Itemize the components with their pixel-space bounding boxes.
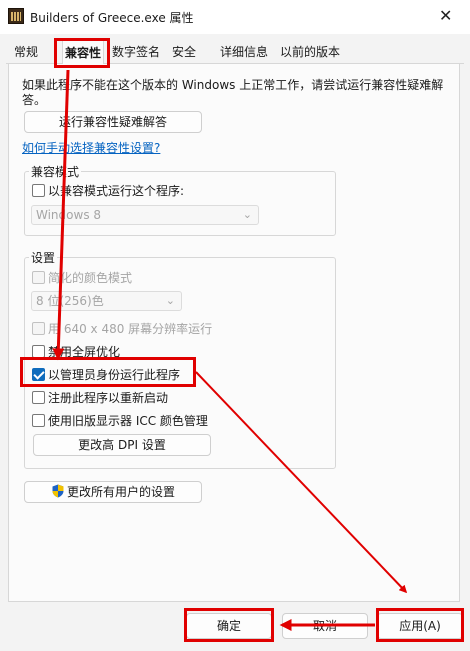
app-icon (8, 8, 24, 24)
close-icon[interactable]: ✕ (439, 6, 452, 25)
settings-label: 设置 (29, 249, 58, 266)
ok-button[interactable]: 确定 (186, 613, 272, 639)
fullscreen-optimization-checkbox[interactable]: 禁用全屏优化 (32, 343, 120, 360)
run-troubleshooter-button[interactable]: 运行兼容性疑难解答 (24, 111, 202, 133)
tab-previous-versions[interactable]: 以前的版本 (278, 40, 342, 64)
color-depth-select[interactable]: 8 位(256)色 ⌄ (31, 291, 182, 311)
resolution-checkbox-box[interactable] (32, 322, 45, 335)
manual-settings-link[interactable]: 如何手动选择兼容性设置? (22, 139, 160, 156)
os-version-select[interactable]: Windows 8 ⌄ (31, 205, 259, 225)
tab-general[interactable]: 常规 (12, 40, 40, 64)
change-dpi-button[interactable]: 更改高 DPI 设置 (33, 434, 211, 456)
compat-mode-group (24, 171, 336, 236)
change-all-users-button[interactable]: 更改所有用户的设置 (24, 481, 202, 503)
tab-details[interactable]: 详细信息 (218, 40, 270, 64)
reduced-color-label: 简化的颜色模式 (48, 271, 133, 285)
chevron-down-icon: ⌄ (165, 294, 175, 307)
resolution-label: 用 640 x 480 屏幕分辨率运行 (48, 322, 213, 336)
register-restart-checkbox[interactable]: 注册此程序以重新启动 (32, 389, 168, 406)
resolution-checkbox[interactable]: 用 640 x 480 屏幕分辨率运行 (32, 320, 212, 337)
change-all-users-label: 更改所有用户的设置 (66, 485, 175, 499)
compat-mode-label: 兼容模式 (29, 163, 82, 180)
uac-shield-icon (52, 484, 64, 498)
chevron-down-icon: ⌄ (242, 208, 252, 221)
register-restart-label: 注册此程序以重新启动 (48, 391, 169, 405)
fullscreen-checkbox-box[interactable] (32, 345, 45, 358)
compat-mode-checkbox[interactable]: 以兼容模式运行这个程序: (32, 182, 184, 199)
title-bar: Builders of Greece.exe 属性 ✕ (0, 0, 470, 34)
run-as-admin-checkbox-box[interactable] (32, 368, 45, 381)
apply-button[interactable]: 应用(A) (377, 613, 463, 639)
intro-text: 如果此程序不能在这个版本的 Windows 上正常工作，请尝试运行兼容性疑难解答… (22, 78, 444, 107)
tab-security[interactable]: 安全 (170, 40, 198, 64)
cancel-button[interactable]: 取消 (282, 613, 368, 639)
run-as-admin-label: 以管理员身份运行此程序 (48, 368, 181, 382)
legacy-icc-checkbox[interactable]: 使用旧版显示器 ICC 颜色管理 (32, 412, 208, 429)
window-title: Builders of Greece.exe 属性 (30, 11, 194, 25)
color-depth-value: 8 位(256)色 (36, 294, 104, 308)
tab-strip: 常规 兼容性 数字签名 安全 详细信息 以前的版本 (6, 40, 464, 65)
legacy-icc-checkbox-box[interactable] (32, 414, 45, 427)
tab-digital-signatures[interactable]: 数字签名 (110, 40, 162, 64)
compat-mode-checkbox-label: 以兼容模式运行这个程序: (48, 184, 185, 198)
legacy-icc-label: 使用旧版显示器 ICC 颜色管理 (48, 414, 208, 428)
compat-mode-checkbox-box[interactable] (32, 184, 45, 197)
tab-compatibility[interactable]: 兼容性 (62, 40, 105, 65)
reduced-color-checkbox[interactable]: 简化的颜色模式 (32, 269, 132, 286)
os-version-value: Windows 8 (36, 208, 102, 222)
register-restart-checkbox-box[interactable] (32, 391, 45, 404)
reduced-color-checkbox-box[interactable] (32, 271, 45, 284)
fullscreen-label: 禁用全屏优化 (48, 345, 121, 359)
run-as-admin-checkbox[interactable]: 以管理员身份运行此程序 (32, 366, 180, 383)
